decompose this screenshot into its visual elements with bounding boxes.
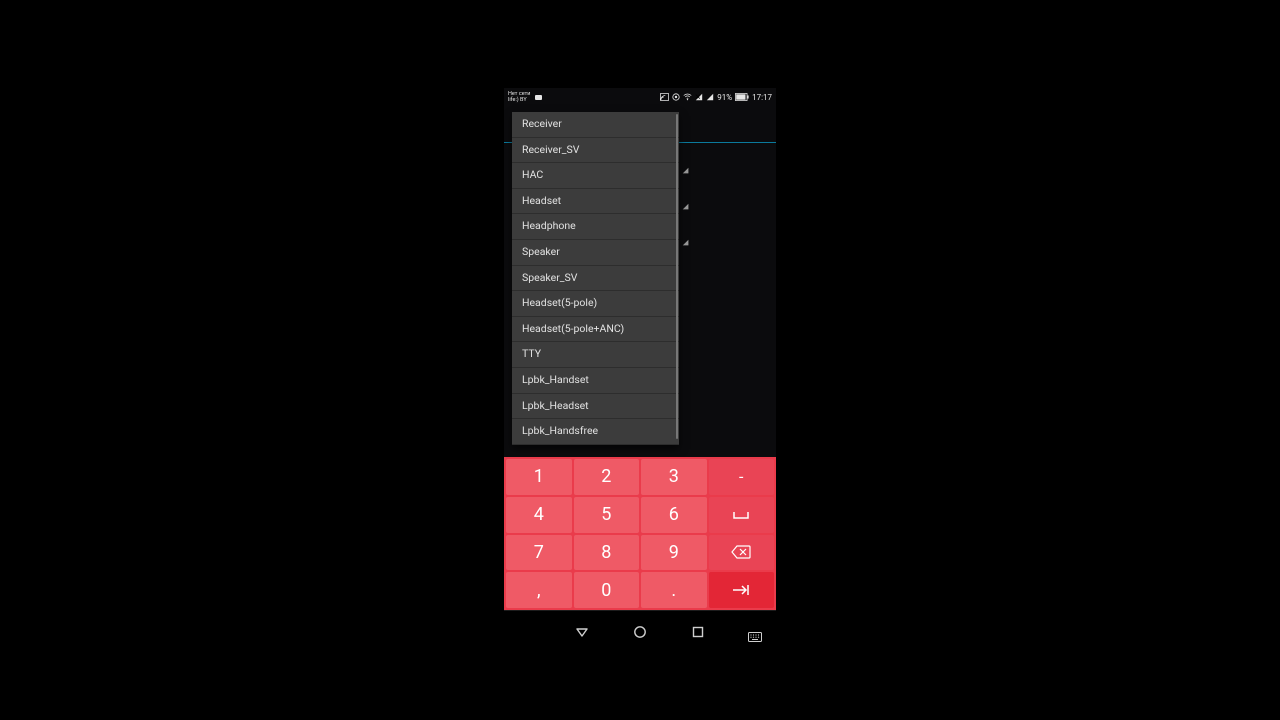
key-5[interactable]: 5 [574,497,640,533]
key-4[interactable]: 4 [506,497,572,533]
dropdown-caret-icon[interactable] [683,168,691,176]
key-dot[interactable]: . [641,572,707,608]
triangle-down-icon [575,625,589,639]
battery-percent: 91% [717,93,732,102]
carrier-text: Нет сети life:) BY [508,91,530,103]
dropdown-item[interactable]: Lpbk_Handset [512,368,679,394]
dropdown-scrollbar[interactable] [676,114,678,439]
nav-back-button[interactable] [573,623,591,641]
key-7[interactable]: 7 [506,535,572,571]
nav-keyboard-toggle[interactable] [748,627,762,637]
square-icon [691,625,705,639]
nav-home-button[interactable] [631,623,649,641]
dropdown-item[interactable]: TTY [512,342,679,368]
key-2[interactable]: 2 [574,459,640,495]
key-1[interactable]: 1 [506,459,572,495]
eye-icon [672,93,680,101]
dropdown-item[interactable]: Lpbk_Handsfree [512,419,679,445]
numeric-keypad: 1 2 3 - 4 5 6 7 8 9 , 0 . [504,457,776,610]
backspace-icon [731,545,751,559]
dropdown-item[interactable]: Speaker [512,240,679,266]
dropdown-item[interactable]: Headset(5-pole+ANC) [512,317,679,343]
dropdown-item[interactable]: Headphone [512,214,679,240]
key-8[interactable]: 8 [574,535,640,571]
key-6[interactable]: 6 [641,497,707,533]
nav-recents-button[interactable] [689,623,707,641]
navigation-bar [504,610,776,653]
space-icon [732,510,750,520]
key-minus[interactable]: - [709,459,775,495]
dropdown-item[interactable]: Receiver_SV [512,138,679,164]
key-space[interactable] [709,497,775,533]
key-enter[interactable] [709,572,775,608]
key-0[interactable]: 0 [574,572,640,608]
key-3[interactable]: 3 [641,459,707,495]
key-9[interactable]: 9 [641,535,707,571]
cast-icon [660,93,669,101]
no-signal-icon [695,93,703,101]
dropdown-item[interactable]: Headset(5-pole) [512,291,679,317]
camera-icon [535,95,542,100]
dropdown-item[interactable]: Receiver [512,112,679,138]
key-comma[interactable]: , [506,572,572,608]
key-backspace[interactable] [709,535,775,571]
status-icons: 91% 17:17 [660,93,772,102]
dropdown-item[interactable]: Headset [512,189,679,215]
clock: 17:17 [752,93,772,102]
dropdown-item[interactable]: Speaker_SV [512,266,679,292]
dropdown-item[interactable]: HAC [512,163,679,189]
audio-output-dropdown: Receiver Receiver_SV HAC Headset Headpho… [512,112,679,445]
dropdown-caret-icon[interactable] [683,204,691,212]
tab-arrow-icon [731,584,751,596]
signal-icon [706,93,714,101]
statusbar: Нет сети life:) BY 91% 17:17 [504,88,776,106]
keyboard-icon [748,632,762,642]
dropdown-caret-icon[interactable] [683,240,691,248]
phone-screen: Нет сети life:) BY 91% 17:17 Receiver Re… [504,88,776,653]
circle-icon [633,625,647,639]
wifi-icon [683,93,692,101]
dropdown-item[interactable]: Lpbk_Headset [512,394,679,420]
battery-icon [735,93,749,101]
